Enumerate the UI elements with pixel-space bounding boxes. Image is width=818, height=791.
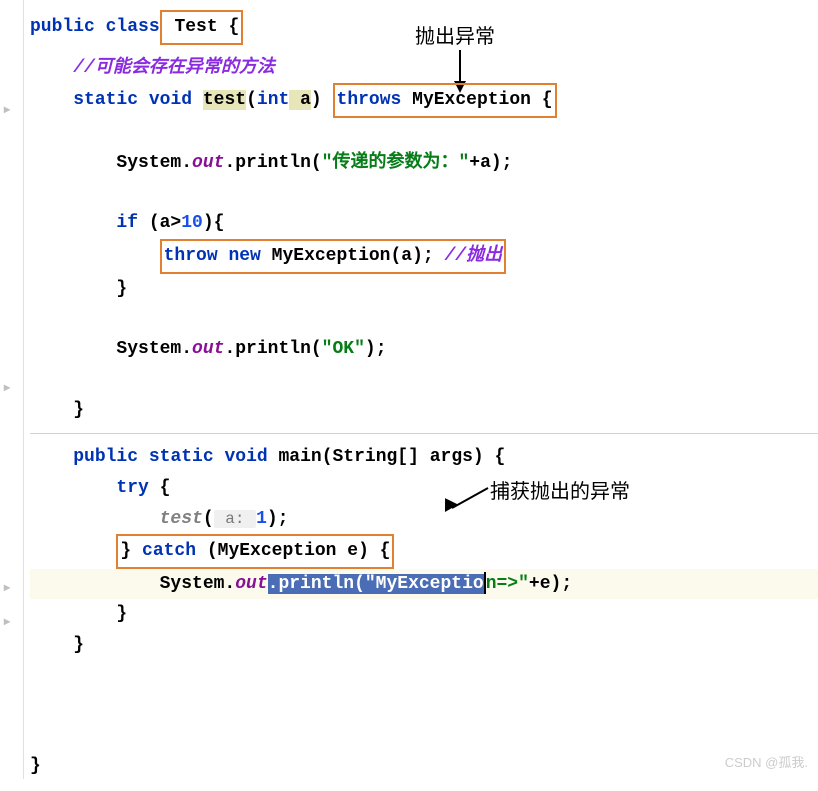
code-line[interactable]: try { (30, 473, 818, 504)
code-line[interactable]: static void test(int a) throws MyExcepti… (30, 83, 818, 118)
code-line[interactable]: if (a>10){ (30, 208, 818, 239)
highlight-box: Test { (160, 10, 244, 45)
code-line-current[interactable]: System.out.println("MyException=>"+e); (30, 569, 818, 600)
text-selection: .println("MyExceptio (268, 574, 484, 594)
param-hint: a: (214, 510, 256, 528)
code-editor[interactable]: 抛出异常 捕获抛出的异常 public class Test { //可能会存在… (0, 0, 818, 791)
code-line[interactable]: test( a: 1); (30, 504, 818, 535)
method-divider (30, 433, 818, 434)
code-line[interactable]: //可能会存在异常的方法 (30, 53, 818, 84)
highlight-box: } catch (MyException e) { (116, 534, 394, 569)
code-line[interactable]: throw new MyException(a); //抛出 (30, 239, 818, 274)
code-line[interactable]: public class Test { (30, 10, 818, 45)
code-line[interactable]: } (30, 599, 818, 630)
highlight-box: throws MyException { (333, 83, 557, 118)
code-line[interactable]: } catch (MyException e) { (30, 534, 818, 569)
code-line[interactable]: } (30, 395, 818, 426)
code-line[interactable]: } (30, 274, 818, 305)
code-line[interactable]: System.out.println("OK"); (30, 334, 818, 365)
watermark: CSDN @孤我. (725, 752, 808, 774)
code-line[interactable]: System.out.println("传递的参数为："+a); (30, 148, 818, 179)
code-line[interactable]: } (30, 751, 818, 782)
code-line[interactable]: } (30, 630, 818, 661)
highlight-box: throw new MyException(a); //抛出 (160, 239, 506, 274)
code-line[interactable]: public static void main(String[] args) { (30, 442, 818, 473)
